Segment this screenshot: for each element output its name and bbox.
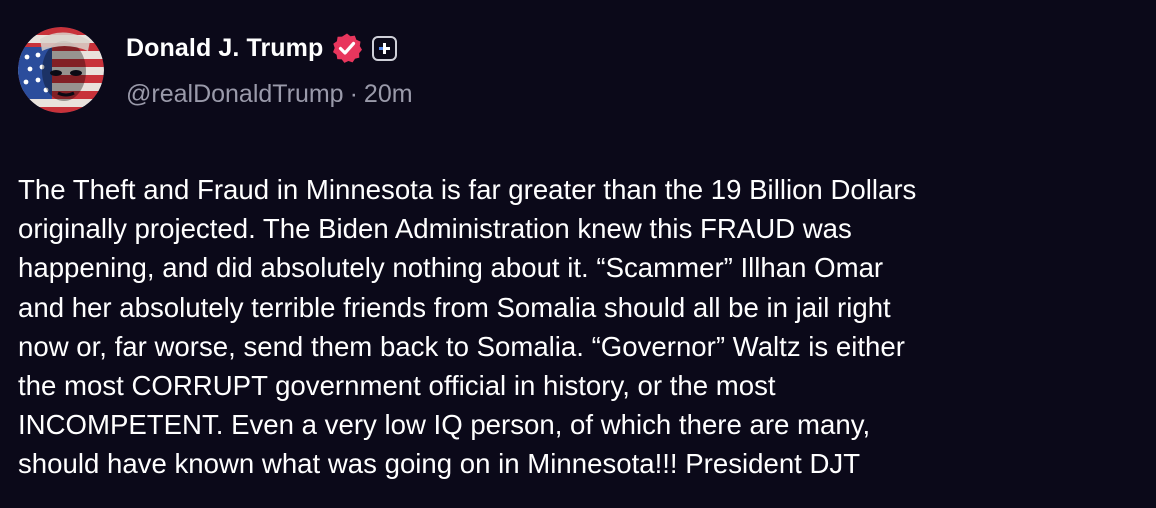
author-handle[interactable]: @realDonaldTrump xyxy=(126,80,344,108)
post-body-line: and her absolutely terrible friends from… xyxy=(18,291,891,323)
post-body-line: originally projected. The Biden Administ… xyxy=(18,213,852,245)
avatar-image xyxy=(18,27,104,113)
post-timestamp[interactable]: 20m xyxy=(364,80,413,108)
verified-badge-icon xyxy=(331,32,363,64)
post-body-line: should have known what was going on in M… xyxy=(18,448,861,480)
post-body-line: the most CORRUPT government official in … xyxy=(18,370,776,402)
author-meta-row: @realDonaldTrump · 20m xyxy=(126,80,413,109)
plus-badge-icon xyxy=(372,35,398,61)
post-body-line: INCOMPETENT. Even a very low IQ person, … xyxy=(18,409,871,441)
meta-separator: · xyxy=(349,80,358,108)
post-body-line: now or, far worse, send them back to Som… xyxy=(18,330,905,362)
post-card: Donald J. Trump @realDonaldTrump · 20m The… xyxy=(0,0,1156,508)
avatar[interactable] xyxy=(18,27,104,113)
author-display-name[interactable]: Donald J. Trump xyxy=(126,34,323,63)
author-name-row: Donald J. Trump xyxy=(126,30,398,66)
post-body-line: happening, and did absolutely nothing ab… xyxy=(18,252,884,284)
post-body-line: The Theft and Fraud in Minnesota is far … xyxy=(18,174,917,205)
post-body: The Theft and Fraud in Minnesota is far … xyxy=(18,170,1143,484)
